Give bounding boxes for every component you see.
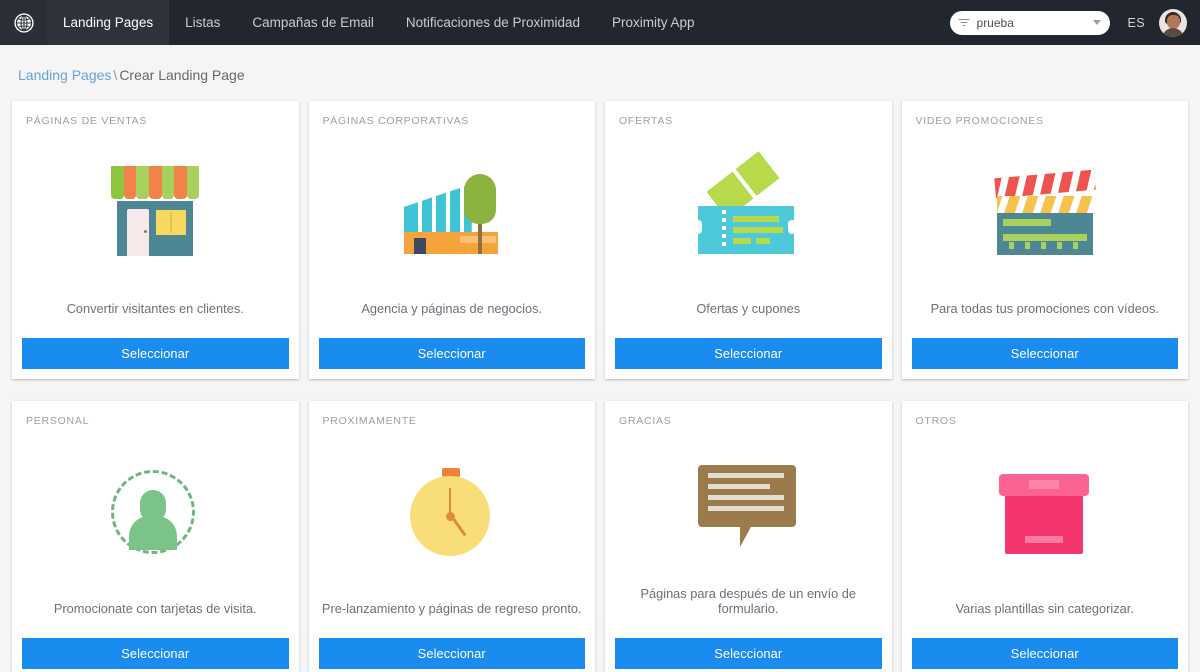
template-category-card[interactable]: OTROS Varias plantillas sin categorizar.… xyxy=(901,401,1189,672)
card-artwork xyxy=(902,427,1189,601)
stopwatch-icon xyxy=(400,466,504,558)
chevron-down-icon xyxy=(1092,20,1101,25)
select-button[interactable]: Seleccionar xyxy=(22,338,289,369)
card-artwork xyxy=(309,427,596,601)
speech-bubble-icon xyxy=(696,459,800,551)
top-navbar: Landing Pages Listas Campañas de Email N… xyxy=(0,0,1200,45)
globe-icon xyxy=(13,12,34,33)
card-description: Promocionate con tarjetas de visita. xyxy=(53,601,257,616)
select-button[interactable]: Seleccionar xyxy=(22,638,289,669)
card-description: Agencia y páginas de negocios. xyxy=(361,301,543,316)
card-artwork xyxy=(12,427,299,601)
card-label: VIDEO PROMOCIONES xyxy=(915,115,1044,127)
template-category-card[interactable]: PERSONAL Promocionate con tarjetas de vi… xyxy=(12,401,299,672)
card-label: PÁGINAS DE VENTAS xyxy=(26,115,148,127)
select-button[interactable]: Seleccionar xyxy=(911,338,1178,369)
card-artwork xyxy=(605,427,892,586)
card-button-wrap: Seleccionar xyxy=(12,338,299,379)
card-label: OTROS xyxy=(915,415,957,427)
select-button[interactable]: Seleccionar xyxy=(911,638,1178,669)
template-category-card[interactable]: PÁGINAS DE VENTAS Convertir visitantes e… xyxy=(12,101,299,379)
card-button-wrap: Seleccionar xyxy=(605,638,892,672)
select-button[interactable]: Seleccionar xyxy=(615,338,882,369)
avatar-face xyxy=(1166,14,1180,29)
nav-item-listas[interactable]: Listas xyxy=(169,0,236,45)
nav-item-label: Proximity App xyxy=(612,15,695,30)
card-label: PÁGINAS CORPORATIVAS xyxy=(322,115,469,127)
breadcrumb-link-landing-pages[interactable]: Landing Pages xyxy=(18,67,111,83)
card-description: Ofertas y cupones xyxy=(696,301,801,316)
card-label: PROXIMAMENTE xyxy=(322,415,417,427)
clapperboard-icon xyxy=(993,166,1097,258)
card-button-wrap: Seleccionar xyxy=(902,638,1189,672)
select-button[interactable]: Seleccionar xyxy=(318,638,585,669)
navbar-right-cluster: prueba ES xyxy=(949,0,1200,45)
card-artwork xyxy=(12,127,299,301)
storefront-icon xyxy=(103,166,207,258)
card-button-wrap: Seleccionar xyxy=(12,638,299,672)
card-label: OFERTAS xyxy=(619,115,673,127)
card-button-wrap: Seleccionar xyxy=(309,638,596,672)
primary-nav: Landing Pages Listas Campañas de Email N… xyxy=(47,0,711,45)
template-category-card[interactable]: OFERTAS Ofertas y cupones Seleccionar xyxy=(605,101,892,379)
site-selector-value: prueba xyxy=(976,15,1014,30)
template-category-card[interactable]: GRACIAS Páginas para después de un envío… xyxy=(605,401,892,672)
box-icon xyxy=(993,466,1097,558)
site-selector-dropdown[interactable]: prueba xyxy=(949,10,1110,35)
card-description: Pre-lanzamiento y páginas de regreso pro… xyxy=(321,601,582,616)
filter-icon xyxy=(958,18,970,27)
template-category-grid: PÁGINAS DE VENTAS Convertir visitantes e… xyxy=(0,101,1200,672)
brand-logo-button[interactable] xyxy=(0,0,47,45)
nav-item-label: Campañas de Email xyxy=(252,15,374,30)
template-category-card[interactable]: PROXIMAMENTE Pre-lanzamiento y páginas d… xyxy=(308,401,596,672)
breadcrumb: Landing Pages \ Crear Landing Page xyxy=(0,45,1200,101)
template-category-card[interactable]: VIDEO PROMOCIONES Para todas tus promoci… xyxy=(901,101,1189,379)
nav-item-proximity-app[interactable]: Proximity App xyxy=(596,0,711,45)
card-description: Convertir visitantes en clientes. xyxy=(66,301,244,316)
card-button-wrap: Seleccionar xyxy=(605,338,892,379)
tickets-icon xyxy=(694,151,800,258)
card-button-wrap: Seleccionar xyxy=(902,338,1189,379)
person-circle-icon xyxy=(103,466,207,558)
nav-item-notificaciones-de-proximidad[interactable]: Notificaciones de Proximidad xyxy=(390,0,596,45)
avatar[interactable] xyxy=(1159,8,1187,37)
nav-item-campanas-de-email[interactable]: Campañas de Email xyxy=(236,0,390,45)
card-artwork xyxy=(309,127,596,301)
avatar-shoulders xyxy=(1162,27,1184,37)
select-button[interactable]: Seleccionar xyxy=(615,638,882,669)
template-category-card[interactable]: PÁGINAS CORPORATIVAS Agencia y páginas d… xyxy=(308,101,596,379)
card-description: Varias plantillas sin categorizar. xyxy=(955,601,1134,616)
language-label: ES xyxy=(1127,15,1145,30)
card-button-wrap: Seleccionar xyxy=(309,338,596,379)
nav-item-label: Landing Pages xyxy=(63,15,154,30)
card-label: PERSONAL xyxy=(26,415,90,427)
card-artwork xyxy=(605,127,892,301)
select-button[interactable]: Seleccionar xyxy=(318,338,585,369)
card-description: Para todas tus promociones con vídeos. xyxy=(930,301,1159,316)
breadcrumb-current: Crear Landing Page xyxy=(119,67,245,83)
card-label: GRACIAS xyxy=(619,415,672,427)
nav-item-label: Listas xyxy=(185,15,221,30)
card-artwork xyxy=(902,127,1189,301)
nav-item-landing-pages[interactable]: Landing Pages xyxy=(47,0,170,45)
language-switcher[interactable]: ES xyxy=(1128,16,1145,30)
office-building-icon xyxy=(400,166,504,258)
card-description: Páginas para después de un envío de form… xyxy=(640,586,857,616)
nav-item-label: Notificaciones de Proximidad xyxy=(405,15,581,30)
